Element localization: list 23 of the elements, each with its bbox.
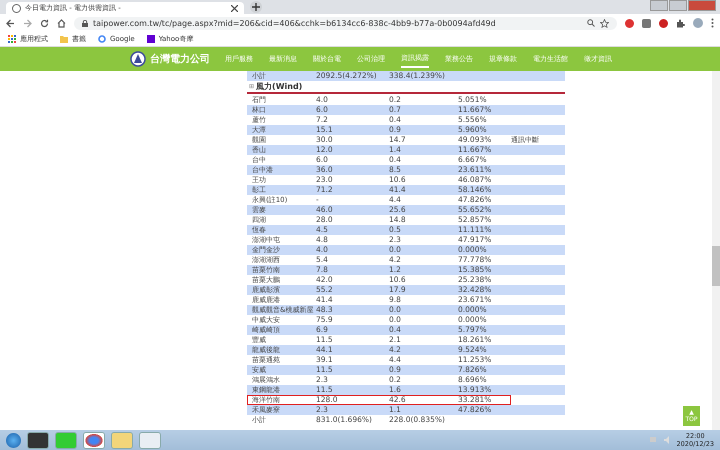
puzzle-icon[interactable] [676,18,685,28]
folder-icon [60,36,68,42]
url-text: taipower.com.tw/tc/page.aspx?mid=206&cid=406&cchk=b6134cc6-838c-4bb9-b77a-0b0094afd49d [93,18,496,28]
taskbar-app-icon[interactable] [27,432,49,448]
apps-grid-icon [8,35,16,43]
reload-icon[interactable] [40,18,49,28]
zoom-icon[interactable] [587,19,595,27]
logo-text: 台灣電力公司 [150,52,210,66]
section-title: 風力(Wind) [256,81,302,92]
logo-icon [130,51,146,67]
menu-icon[interactable] [711,18,714,28]
site-favicon-icon [146,35,155,43]
taskbar-app-icon[interactable] [83,432,105,448]
new-tab-button[interactable] [250,1,262,13]
profile-avatar[interactable] [693,18,703,28]
back-arrow-icon[interactable] [6,18,15,28]
lock-icon [82,20,88,26]
start-button[interactable] [6,432,21,448]
close-tab-icon[interactable] [231,4,238,12]
address-bar[interactable]: taipower.com.tw/tc/page.aspx?mid=206&cid=406&cchk=b6134cc6-838c-4bb9-b77a-0b0094afd49d [74,16,617,30]
home-icon[interactable] [57,18,66,28]
star-icon[interactable] [600,18,609,28]
scrollbar[interactable] [712,71,720,430]
